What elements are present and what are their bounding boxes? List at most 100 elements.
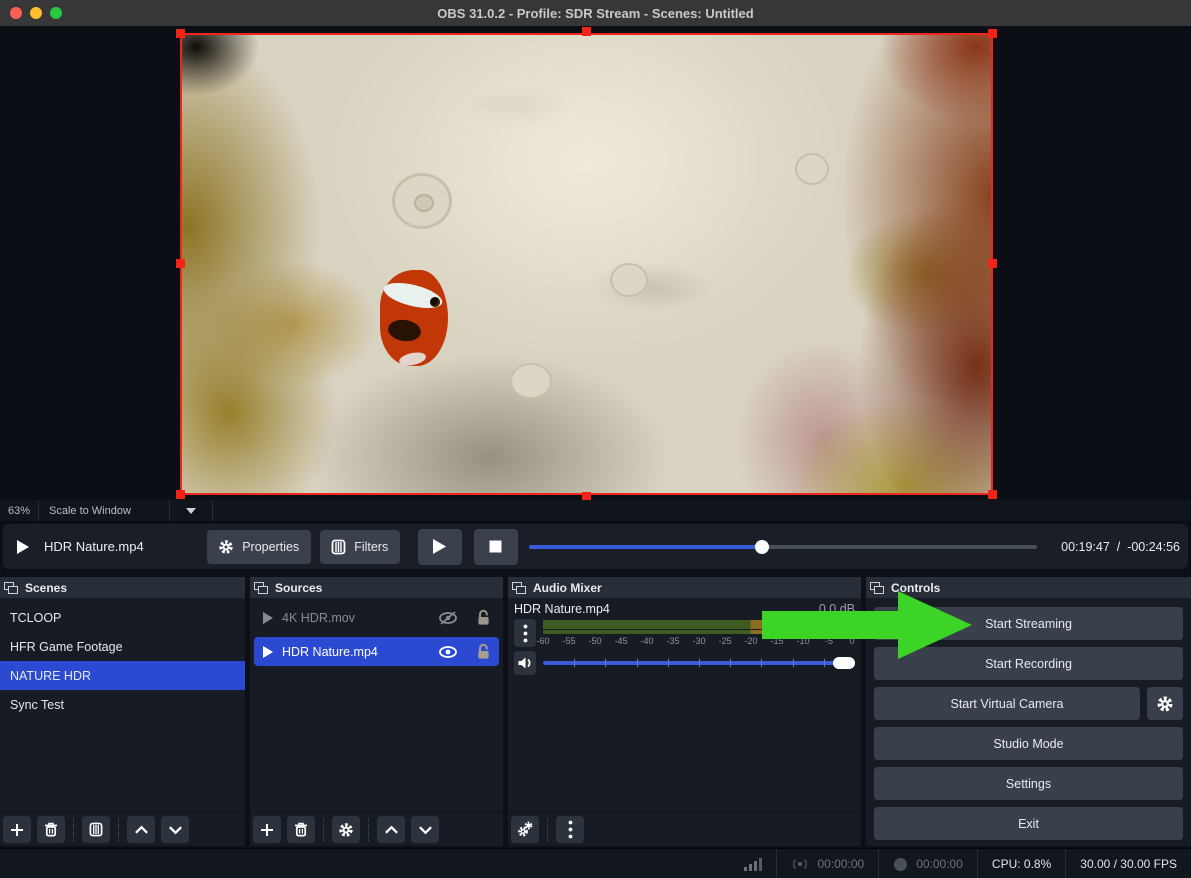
volume-thumb[interactable] <box>833 657 855 669</box>
properties-button[interactable]: Properties <box>207 530 311 564</box>
scenes-toolbar <box>0 812 245 846</box>
preview-scale-row: 63% Scale to Window <box>0 500 1191 522</box>
stop-icon <box>489 540 502 553</box>
mixer-channel-menu-button[interactable] <box>514 619 536 647</box>
move-scene-down-button[interactable] <box>161 816 189 843</box>
resize-handle-mid-left[interactable] <box>176 259 185 268</box>
seek-thumb[interactable] <box>755 540 769 554</box>
sources-panel: Sources 4K HDR.mov <box>250 577 503 846</box>
plus-icon <box>10 823 24 837</box>
connection-status <box>730 849 776 878</box>
close-window-button[interactable] <box>10 7 22 19</box>
settings-button[interactable]: Settings <box>874 767 1183 800</box>
scene-item-nature-hdr[interactable]: NATURE HDR <box>0 661 245 690</box>
start-streaming-button[interactable]: Start Streaming <box>874 607 1183 640</box>
virtual-camera-settings-button[interactable] <box>1147 687 1183 720</box>
resize-handle-top-right[interactable] <box>988 29 997 38</box>
move-scene-up-button[interactable] <box>127 816 155 843</box>
scenes-panel-header[interactable]: Scenes <box>0 577 245 598</box>
record-timer: 00:00:00 <box>879 849 977 878</box>
exit-button[interactable]: Exit <box>874 807 1183 840</box>
move-source-up-button[interactable] <box>377 816 405 843</box>
panel-icon <box>870 582 884 594</box>
status-bar: 00:00:00 00:00:00 CPU: 0.8% 30.00 / 30.0… <box>0 848 1191 878</box>
trash-icon <box>294 822 308 837</box>
chevron-down-icon <box>418 825 433 835</box>
sources-list: 4K HDR.mov <box>250 598 503 812</box>
add-scene-button[interactable] <box>3 816 31 843</box>
chevron-up-icon <box>384 825 399 835</box>
seek-progress <box>529 545 763 549</box>
scene-item-sync-test[interactable]: Sync Test <box>0 690 245 719</box>
kebab-menu-icon <box>568 820 573 839</box>
media-play-button[interactable] <box>418 529 462 565</box>
add-source-button[interactable] <box>253 816 281 843</box>
start-recording-button[interactable]: Start Recording <box>874 647 1183 680</box>
eye-icon[interactable] <box>438 644 458 660</box>
start-virtual-camera-button[interactable]: Start Virtual Camera <box>874 687 1140 720</box>
scale-mode-dropdown[interactable] <box>170 500 213 521</box>
audio-mixer-panel: Audio Mixer HDR Nature.mp4 0.0 dB <box>508 577 861 846</box>
toolbar-separator <box>368 818 369 841</box>
toolbar-separator <box>547 818 548 841</box>
record-icon <box>893 857 908 872</box>
gear-icon <box>1156 695 1174 713</box>
anemone-bulb <box>795 153 829 185</box>
gear-icon <box>218 539 234 555</box>
source-row-4k-hdr[interactable]: 4K HDR.mov <box>254 603 499 632</box>
title-bar: OBS 31.0.2 - Profile: SDR Stream - Scene… <box>0 0 1191 26</box>
source-label: HDR Nature.mp4 <box>282 645 430 659</box>
volume-slider[interactable] <box>543 656 855 670</box>
media-time-display: 00:19:47 / -00:24:56 <box>1061 540 1180 554</box>
remove-source-button[interactable] <box>287 816 315 843</box>
resize-handle-mid-right[interactable] <box>988 259 997 268</box>
zoom-window-button[interactable] <box>50 7 62 19</box>
filters-button[interactable]: Filters <box>320 530 400 564</box>
studio-mode-button[interactable]: Studio Mode <box>874 727 1183 760</box>
source-label: 4K HDR.mov <box>282 611 430 625</box>
sources-toolbar <box>250 812 503 846</box>
media-stop-button[interactable] <box>474 529 518 565</box>
minimize-window-button[interactable] <box>30 7 42 19</box>
trash-icon <box>44 822 58 837</box>
resize-handle-top-center[interactable] <box>582 27 591 36</box>
audio-mixer-panel-header[interactable]: Audio Mixer <box>508 577 861 598</box>
video-canvas[interactable] <box>180 33 993 495</box>
mute-toggle-button[interactable] <box>514 651 536 675</box>
move-source-down-button[interactable] <box>411 816 439 843</box>
toolbar-separator <box>118 818 119 841</box>
scale-mode-label[interactable]: Scale to Window <box>39 500 170 521</box>
controls-panel: Controls Start Streaming Start Recording… <box>866 577 1191 846</box>
remove-scene-button[interactable] <box>37 816 65 843</box>
advanced-audio-properties-button[interactable] <box>511 816 539 843</box>
controls-panel-header[interactable]: Controls <box>866 577 1191 598</box>
scene-filters-button[interactable] <box>82 816 110 843</box>
toolbar-separator <box>73 818 74 841</box>
obs-window: OBS 31.0.2 - Profile: SDR Stream - Scene… <box>0 0 1191 878</box>
scene-item-hfr-game-footage[interactable]: HFR Game Footage <box>0 632 245 661</box>
mixer-menu-button[interactable] <box>556 816 584 843</box>
scene-item-tcloop[interactable]: TCLOOP <box>0 603 245 632</box>
media-source-icon <box>16 539 30 555</box>
filter-icon <box>89 822 103 837</box>
kebab-menu-icon <box>523 624 528 643</box>
media-source-name: HDR Nature.mp4 <box>44 539 144 554</box>
resize-handle-bottom-left[interactable] <box>176 490 185 499</box>
sources-panel-title: Sources <box>275 581 322 595</box>
unlock-icon[interactable] <box>476 643 491 660</box>
audio-mixer-panel-title: Audio Mixer <box>533 581 602 595</box>
audio-mixer-body: HDR Nature.mp4 0.0 dB -60 -55 <box>508 598 861 812</box>
source-row-hdr-nature[interactable]: HDR Nature.mp4 <box>254 637 499 666</box>
resize-handle-top-left[interactable] <box>176 29 185 38</box>
media-seek-slider[interactable] <box>529 540 1037 554</box>
panel-icon <box>4 582 18 594</box>
controls-panel-title: Controls <box>891 581 940 595</box>
chevron-down-icon <box>186 508 196 514</box>
sources-panel-header[interactable]: Sources <box>250 577 503 598</box>
eye-slash-icon[interactable] <box>438 610 458 626</box>
resize-handle-bottom-right[interactable] <box>988 490 997 499</box>
unlock-icon[interactable] <box>476 609 491 626</box>
cpu-usage: CPU: 0.8% <box>978 849 1065 878</box>
source-properties-button[interactable] <box>332 816 360 843</box>
volume-meter-scale: -60 -55 -50 -45 -40 -35 -30 -25 -20 -15 … <box>543 635 855 648</box>
